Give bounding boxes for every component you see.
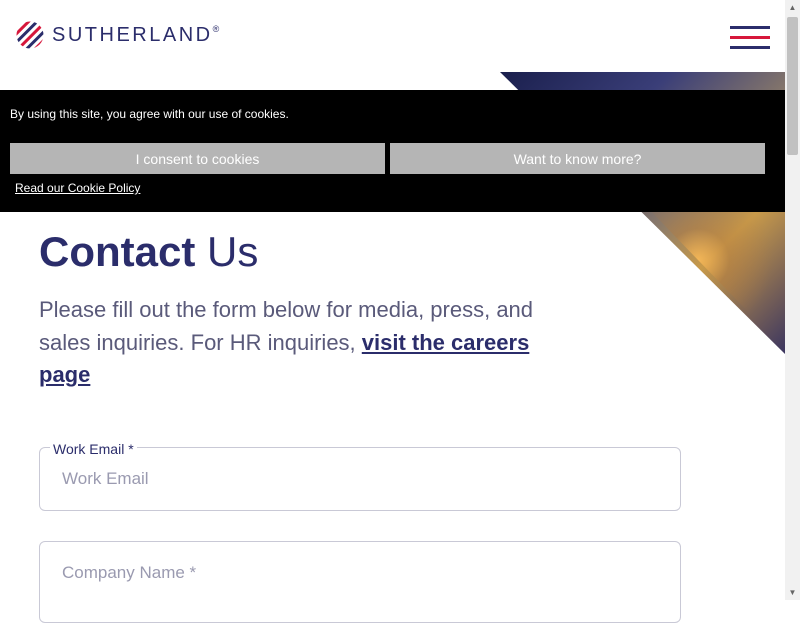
scroll-thumb[interactable] [787,17,798,155]
hero-image-lights [640,200,785,350]
site-header: SUTHERLAND® [0,0,785,72]
company-name-input[interactable] [60,562,664,584]
company-name-field[interactable] [39,541,681,623]
hamburger-menu-icon[interactable] [730,26,770,50]
page-title: Contact Us [39,228,259,275]
scroll-down-icon[interactable]: ▼ [785,585,800,600]
cookie-banner: By using this site, you agree with our u… [0,90,785,212]
work-email-label: Work Email * [50,441,137,457]
sutherland-stripes-icon [16,21,44,49]
page-scrollbar[interactable]: ▲ ▼ [785,0,800,600]
cookie-policy-link[interactable]: Read our Cookie Policy [15,181,140,195]
scroll-up-icon[interactable]: ▲ [785,0,800,15]
logo-text: SUTHERLAND® [52,23,220,46]
work-email-input[interactable] [60,468,664,490]
work-email-field[interactable]: Work Email * [39,441,681,511]
learn-more-button[interactable]: Want to know more? [390,143,765,174]
cookie-message: By using this site, you agree with our u… [10,107,289,121]
logo[interactable]: SUTHERLAND® [16,21,219,49]
consent-cookies-button[interactable]: I consent to cookies [10,143,385,174]
intro-text: Please fill out the form below for media… [39,297,534,387]
